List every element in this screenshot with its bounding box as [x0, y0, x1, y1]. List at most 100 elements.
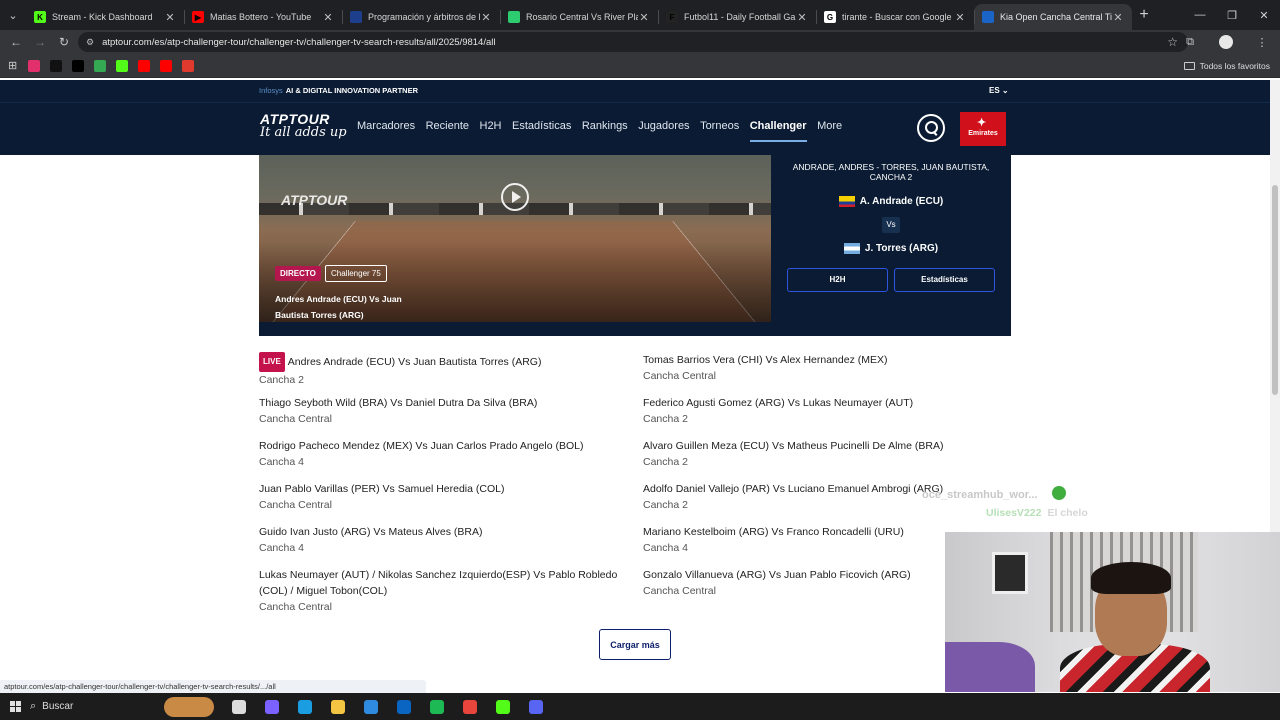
scrollbar-thumb[interactable]	[1272, 185, 1278, 395]
x-icon[interactable]	[72, 59, 85, 72]
result-item[interactable]: Adolfo Daniel Vallejo (PAR) Vs Luciano E…	[643, 481, 963, 513]
result-title[interactable]: Adolfo Daniel Vallejo (PAR) Vs Luciano E…	[643, 481, 963, 497]
result-title[interactable]: Juan Pablo Varillas (PER) Vs Samuel Here…	[259, 481, 629, 497]
play-icon[interactable]	[501, 183, 529, 211]
browser-tab[interactable]: K Stream - Kick Dashboard ✕	[26, 4, 184, 30]
result-court: Cancha 2	[643, 413, 688, 425]
h2h-button[interactable]: H2H	[787, 268, 888, 292]
reload-icon[interactable]: ↻	[52, 35, 76, 49]
minimize-button[interactable]: —	[1184, 0, 1216, 30]
url-text[interactable]: atptour.com/es/atp-challenger-tour/chall…	[102, 37, 495, 48]
back-arrow-icon[interactable]: ←	[4, 35, 28, 49]
result-title[interactable]: Thiago Seyboth Wild (BRA) Vs Daniel Dutr…	[259, 395, 629, 411]
result-item[interactable]: Federico Agusti Gomez (ARG) Vs Lukas Neu…	[643, 395, 963, 427]
nav-item-marcadores[interactable]: Marcadores	[357, 120, 415, 132]
video-player[interactable]: ATPTOUR DIRECTO Challenger 75 Andres And…	[259, 155, 771, 322]
result-item[interactable]: Mariano Kestelboim (ARG) Vs Franco Ronca…	[643, 524, 963, 556]
tab-close-icon[interactable]: ✕	[1112, 11, 1124, 24]
result-item[interactable]: Lukas Neumayer (AUT) / Nikolas Sanchez I…	[259, 567, 629, 615]
kick-app-icon[interactable]	[486, 699, 519, 714]
edge-icon[interactable]	[288, 699, 321, 714]
browser-tab[interactable]: F Futbol11 - Daily Football Game ✕	[658, 4, 816, 30]
load-more-button[interactable]: Cargar más	[599, 629, 671, 660]
file-explorer-icon[interactable]	[321, 699, 354, 714]
result-title[interactable]: Lukas Neumayer (AUT) / Nikolas Sanchez I…	[259, 567, 629, 599]
chrome-icon[interactable]	[453, 699, 486, 714]
tab-close-icon[interactable]: ✕	[480, 11, 492, 24]
forward-arrow-icon[interactable]: →	[28, 35, 52, 49]
nav-item-torneos[interactable]: Torneos	[700, 120, 739, 132]
close-window-button[interactable]: ✕	[1248, 0, 1280, 30]
tab-close-icon[interactable]: ✕	[796, 11, 808, 24]
taskbar-search[interactable]: ⌕ Buscar	[30, 700, 170, 713]
result-item[interactable]: Gonzalo Villanueva (ARG) Vs Juan Pablo F…	[643, 567, 963, 599]
tab-close-icon[interactable]: ✕	[322, 11, 334, 24]
result-title[interactable]: Alvaro Guillen Meza (ECU) Vs Matheus Puc…	[643, 438, 963, 454]
new-tab-button[interactable]: +	[1132, 6, 1156, 24]
nav-item-challenger[interactable]: Challenger	[749, 120, 807, 142]
atp-logo[interactable]: ATPTOUR It all adds up	[260, 112, 347, 140]
weather-widget[interactable]	[164, 696, 214, 717]
result-item[interactable]: Guido Ivan Justo (ARG) Vs Mateus Alves (…	[259, 524, 629, 556]
result-item[interactable]: Alvaro Guillen Meza (ECU) Vs Matheus Puc…	[643, 438, 963, 470]
tab-close-icon[interactable]: ✕	[638, 11, 650, 24]
result-title[interactable]: Mariano Kestelboim (ARG) Vs Franco Ronca…	[643, 524, 963, 540]
nav-item-more[interactable]: More	[817, 120, 842, 132]
site-search-icon[interactable]	[917, 114, 945, 142]
kick-icon[interactable]	[116, 59, 129, 72]
nav-item-jugadores[interactable]: Jugadores	[638, 120, 689, 132]
video-title[interactable]: Andres Andrade (ECU) Vs Juan Bautista To…	[275, 291, 415, 322]
result-court: Cancha 4	[643, 542, 688, 554]
browser-tab[interactable]: Gtirante - Buscar con Google ✕	[816, 4, 974, 30]
emirates-sponsor-logo[interactable]: Emirates	[960, 112, 1006, 146]
tab-close-icon[interactable]: ✕	[164, 11, 176, 24]
result-title[interactable]: Guido Ivan Justo (ARG) Vs Mateus Alves (…	[259, 524, 629, 540]
result-title[interactable]: Tomas Barrios Vera (CHI) Vs Alex Hernand…	[643, 352, 963, 368]
youtube-studio-icon[interactable]	[138, 59, 151, 72]
tiktok-icon[interactable]	[50, 59, 63, 72]
site-info-icon[interactable]: ⚙	[86, 37, 94, 48]
tab-close-icon[interactable]: ✕	[954, 11, 966, 24]
result-item[interactable]: Tomas Barrios Vera (CHI) Vs Alex Hernand…	[643, 352, 963, 384]
all-bookmarks-button[interactable]: Todos los favoritos	[1183, 61, 1270, 71]
browser-tab[interactable]: Programación y árbitros de la l ✕	[342, 4, 500, 30]
nav-item-rankings[interactable]: Rankings	[582, 120, 628, 132]
result-title[interactable]: Rodrigo Pacheco Mendez (MEX) Vs Juan Car…	[259, 438, 629, 454]
language-select[interactable]: ES ⌄	[989, 86, 1009, 95]
result-title[interactable]: Gonzalo Villanueva (ARG) Vs Juan Pablo F…	[643, 567, 963, 583]
chrome-menu-icon[interactable]: ⋮	[1244, 30, 1280, 54]
store-icon[interactable]	[354, 699, 387, 714]
apps-grid-icon[interactable]: ⊞	[8, 59, 17, 72]
copilot-icon[interactable]	[255, 699, 288, 714]
result-item[interactable]: Thiago Seyboth Wild (BRA) Vs Daniel Dutr…	[259, 395, 629, 427]
extensions-icon[interactable]: ⧉	[1172, 30, 1208, 54]
result-title[interactable]: Federico Agusti Gomez (ARG) Vs Lukas Neu…	[643, 395, 963, 411]
outlook-icon[interactable]	[387, 699, 420, 714]
restore-button[interactable]: ❐	[1216, 0, 1248, 30]
browser-tab[interactable]: Rosario Central Vs River Plate -✕	[500, 4, 658, 30]
play-store-icon[interactable]	[94, 59, 107, 72]
stats-button[interactable]: Estadísticas	[894, 268, 995, 292]
bookmark-red-icon[interactable]	[182, 59, 195, 72]
address-bar[interactable]: ⚙ atptour.com/es/atp-challenger-tour/cha…	[78, 32, 1188, 52]
result-court: Cancha 2	[643, 499, 688, 511]
result-item[interactable]: Juan Pablo Varillas (PER) Vs Samuel Here…	[259, 481, 629, 513]
task-view-icon[interactable]	[222, 699, 255, 714]
nav-item-h2h[interactable]: H2H	[480, 120, 502, 132]
result-court: Cancha Central	[259, 601, 332, 613]
nav-item-reciente[interactable]: Reciente	[426, 120, 469, 132]
browser-tab[interactable]: ▶ Matias Bottero - YouTube ✕	[184, 4, 342, 30]
instagram-icon[interactable]	[28, 59, 41, 72]
profile-avatar[interactable]	[1208, 30, 1244, 54]
infosys-logo[interactable]: Infosys	[259, 86, 283, 95]
windows-start-icon[interactable]	[0, 701, 30, 712]
result-item[interactable]: LIVE Andres Andrade (ECU) Vs Juan Bautist…	[259, 352, 629, 388]
spotify-icon[interactable]	[420, 699, 453, 714]
result-title[interactable]: LIVE Andres Andrade (ECU) Vs Juan Bautist…	[259, 352, 629, 372]
discord-icon[interactable]	[519, 699, 552, 714]
nav-item-estadisticas[interactable]: Estadísticas	[512, 120, 571, 132]
result-item[interactable]: Rodrigo Pacheco Mendez (MEX) Vs Juan Car…	[259, 438, 629, 470]
tab-search-chevron-icon[interactable]: ⌄	[0, 0, 26, 30]
browser-tab[interactable]: Kia Open Cancha Central Tirant✕	[974, 4, 1132, 30]
youtube-icon[interactable]	[160, 59, 173, 72]
